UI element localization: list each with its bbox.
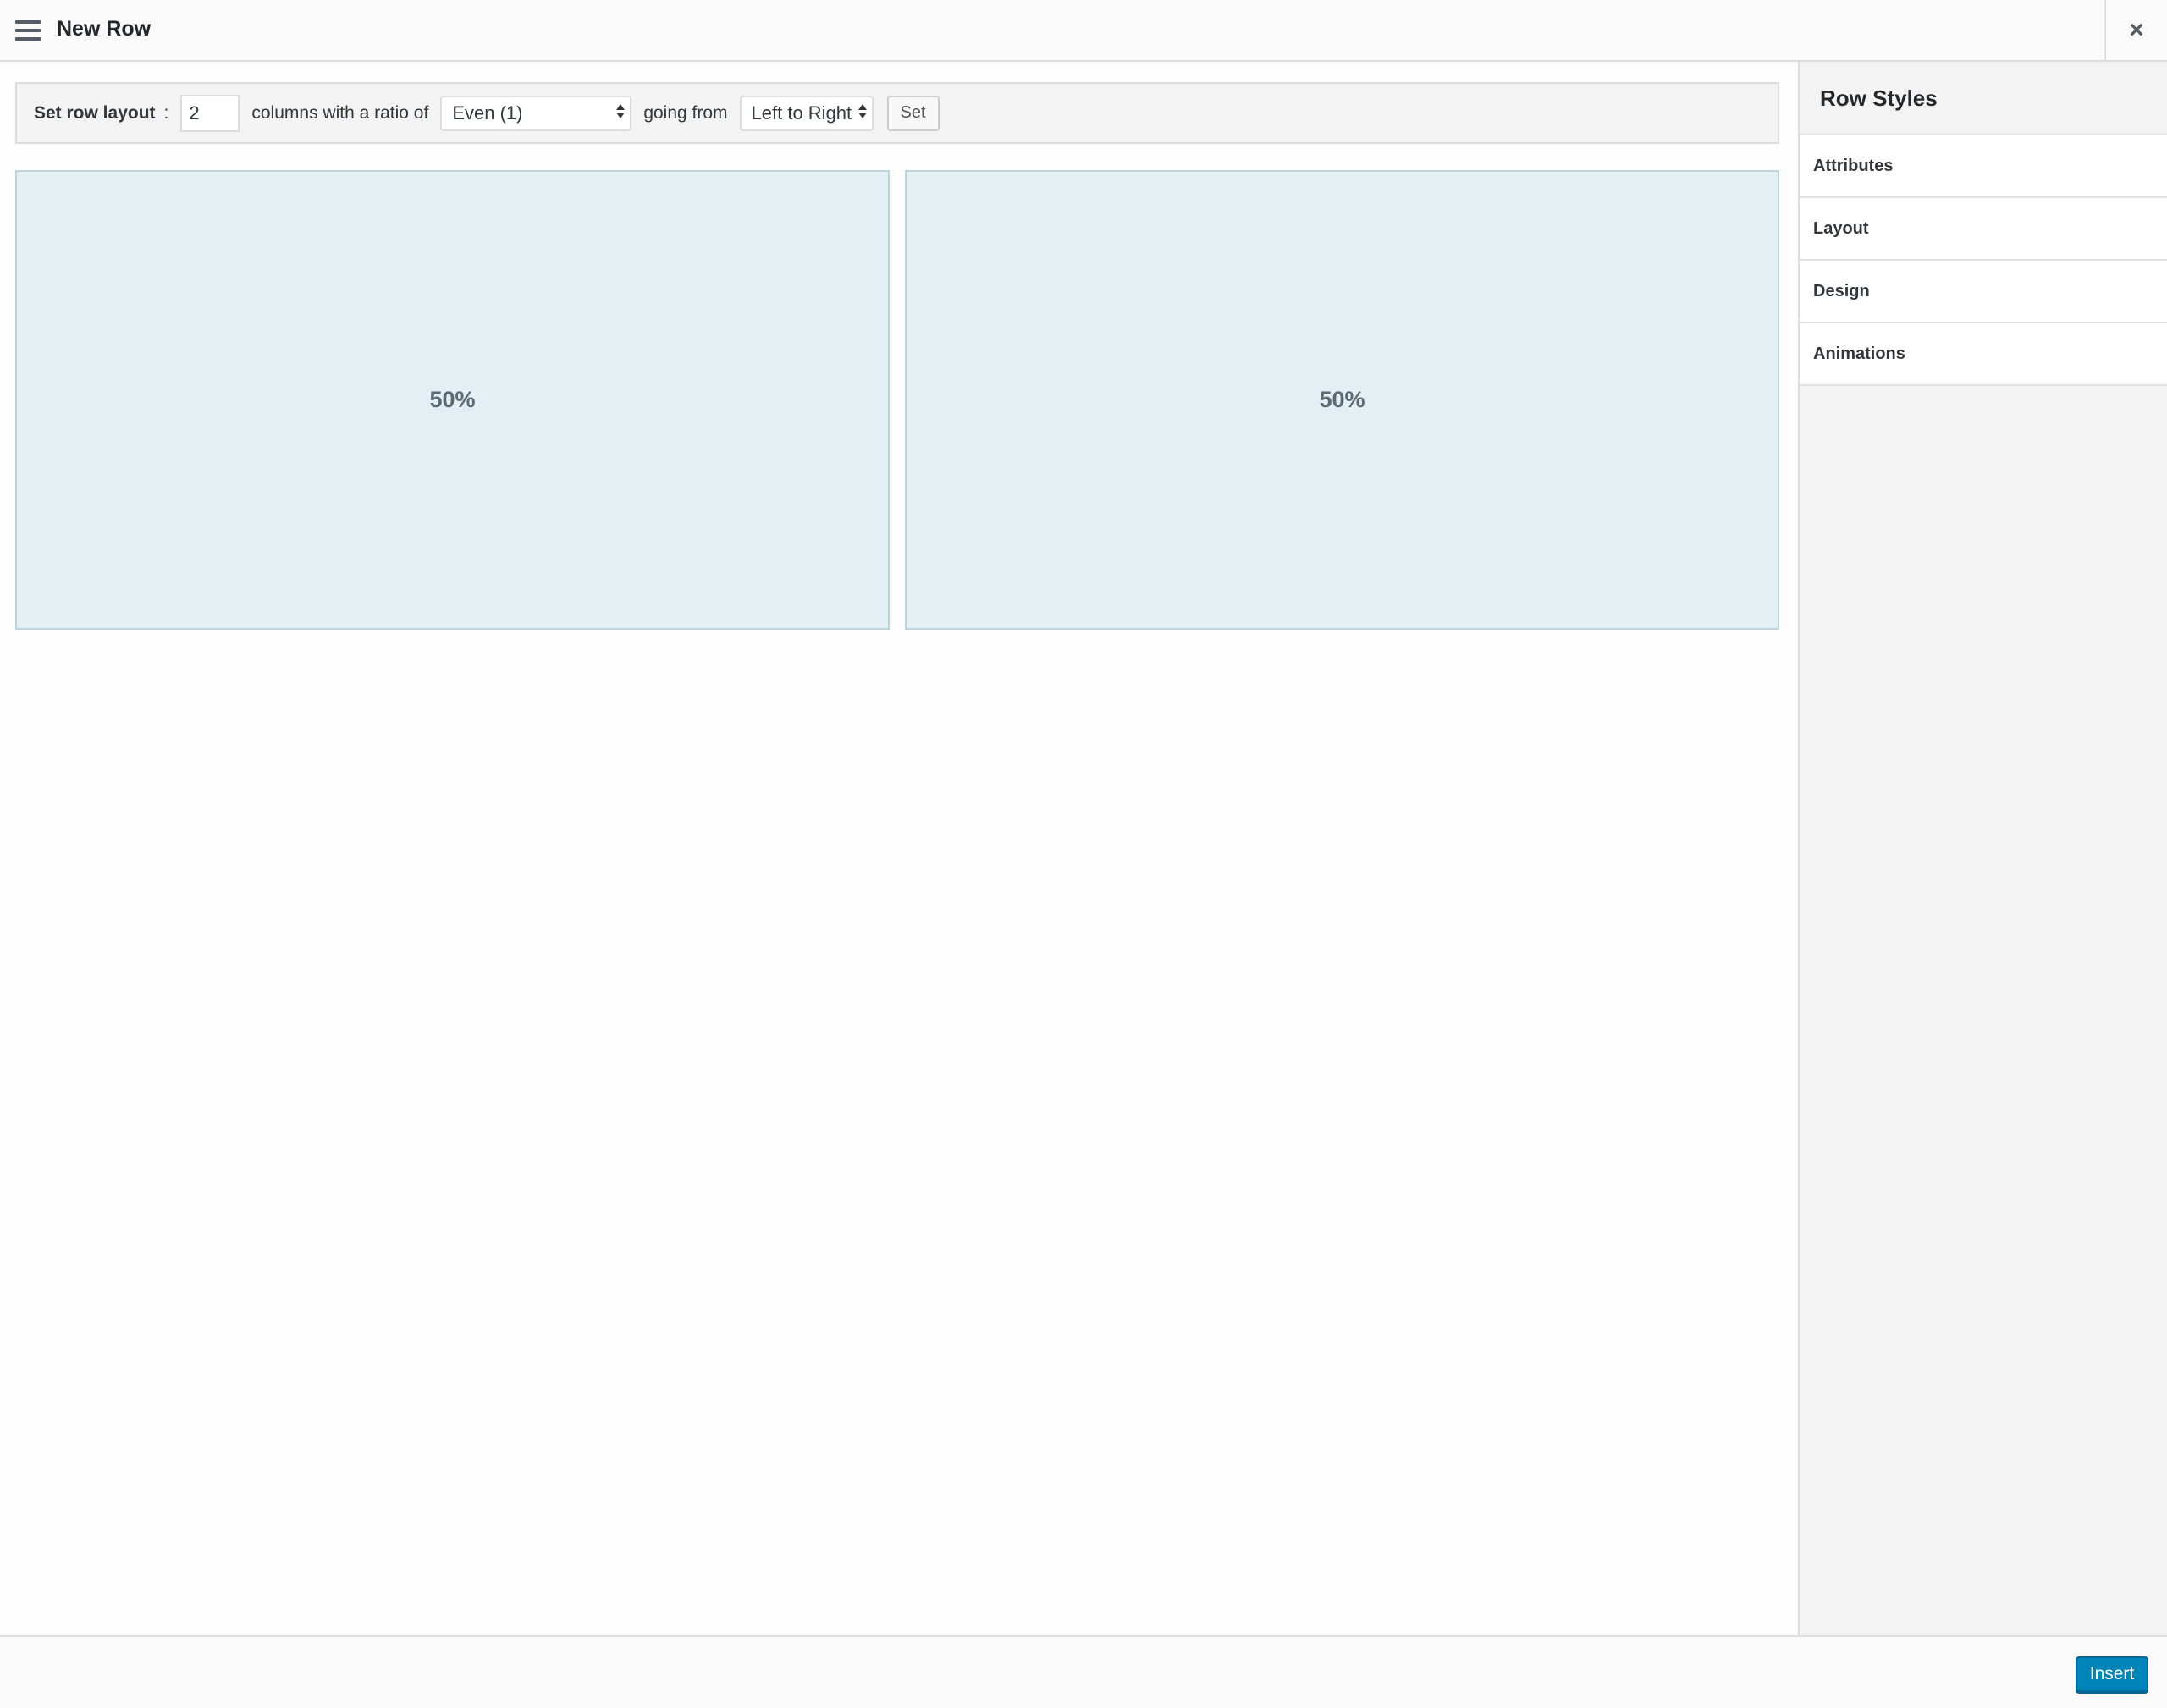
row-layout-toolbar: Set row layout : columns with a ratio of… — [15, 82, 1779, 144]
set-layout-button[interactable]: Set — [886, 95, 940, 131]
direction-text: going from — [643, 102, 728, 123]
close-icon: × — [2129, 15, 2144, 44]
row-builder-main: Set row layout : columns with a ratio of… — [0, 62, 1798, 1635]
select-arrows-icon — [616, 103, 626, 118]
row-cell-1[interactable]: 50% — [15, 170, 890, 630]
dialog-header: New Row × — [0, 0, 2167, 62]
row-cells: 50% 50% — [15, 170, 1779, 630]
cell-width-label: 50% — [429, 387, 476, 412]
close-button[interactable]: × — [2104, 0, 2167, 60]
columns-ratio-text: columns with a ratio of — [251, 102, 429, 123]
sidebar-item-animations[interactable]: Animations — [1800, 323, 2167, 386]
sidebar-item-attributes[interactable]: Attributes — [1800, 135, 2167, 198]
cell-width-label: 50% — [1319, 387, 1365, 412]
sidebar-item-design[interactable]: Design — [1800, 261, 2167, 323]
row-styles-sections: Attributes Layout Design Animations — [1800, 134, 2167, 386]
insert-button[interactable]: Insert — [2076, 1656, 2148, 1692]
columns-count-input[interactable] — [180, 94, 240, 132]
row-styles-sidebar: Row Styles Attributes Layout Design Anim… — [1798, 62, 2167, 1635]
ratio-select-value: Even (1) — [452, 102, 523, 124]
sidebar-item-layout[interactable]: Layout — [1800, 198, 2167, 261]
dialog-footer: Insert — [0, 1635, 2167, 1708]
hamburger-menu-icon[interactable] — [15, 20, 41, 42]
direction-select-value: Left to Right — [751, 102, 852, 124]
row-layout-colon: : — [163, 102, 169, 123]
sidebar-title: Row Styles — [1820, 85, 1938, 111]
row-cell-2[interactable]: 50% — [905, 170, 1779, 630]
ratio-select[interactable]: Even (1) — [440, 95, 632, 131]
new-row-dialog: New Row × Set row layout : columns with … — [0, 0, 2167, 1708]
row-layout-label: Set row layout — [34, 102, 156, 123]
direction-select[interactable]: Left to Right — [739, 95, 874, 131]
select-arrows-icon — [857, 103, 867, 118]
dialog-title: New Row — [57, 17, 152, 41]
